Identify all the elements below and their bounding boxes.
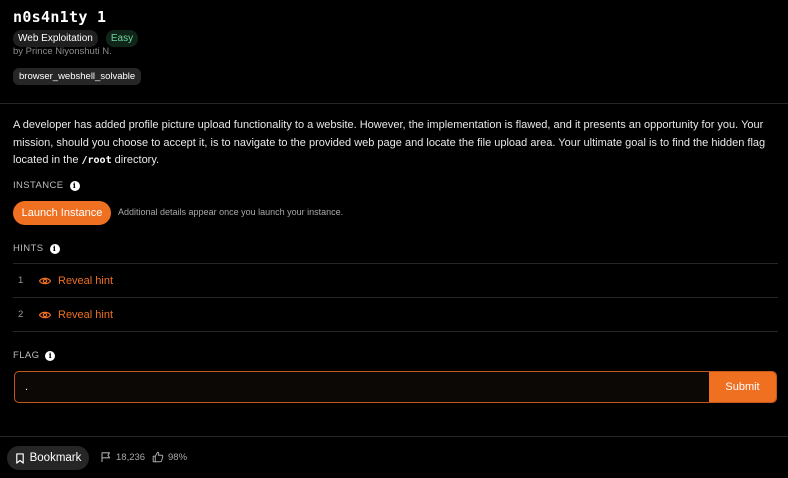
flag-section-label: FLAG i [13,350,56,361]
description-text-end: directory. [111,154,160,166]
difficulty-badge: Easy [105,30,139,47]
reveal-hint-label: Reveal hint [58,308,114,321]
reveal-hint-button[interactable]: Reveal hint [39,309,113,321]
hint-number: 2 [18,309,24,320]
instance-label: INSTANCE [13,180,64,191]
header-divider [0,103,788,104]
flag-input[interactable] [15,372,709,402]
instance-section-label: INSTANCE i [13,180,80,191]
hints-section-label: HINTS i [13,243,60,254]
challenge-author: by Prince Niyonshuti N. [13,46,112,57]
likes-stat: 98% [152,451,187,463]
bookmark-label: Bookmark [29,452,82,464]
hints-divider [13,331,778,332]
thumbs-up-icon[interactable] [152,451,164,463]
tag-pill[interactable]: browser_webshell_solvable [13,68,142,85]
hint-number: 1 [18,275,24,286]
eye-icon [39,311,51,318]
solves-stat: 18,236 [100,451,145,463]
flag-label: FLAG [13,350,40,361]
bookmark-icon [15,452,24,464]
hint-row: 1 Reveal hint [13,264,778,297]
solves-count: 18,236 [116,451,146,463]
challenge-tags: Web Exploitation Easy [13,30,139,47]
category-badge[interactable]: Web Exploitation [13,30,98,47]
info-icon[interactable]: i [49,243,60,254]
instance-note: Additional details appear once you launc… [118,207,344,217]
info-icon[interactable]: i [45,350,56,361]
challenge-header: n0s4n1ty 1 [13,8,106,26]
challenge-description: A developer has added profile picture up… [13,117,783,170]
launch-instance-button[interactable]: Launch Instance [13,201,111,225]
bookmark-button[interactable]: Bookmark [7,446,89,470]
flag-icon [101,452,111,462]
footer-divider [0,436,788,437]
reveal-hint-label: Reveal hint [58,274,114,287]
eye-icon [39,277,51,284]
hints-label: HINTS [13,243,44,254]
challenge-title: n0s4n1ty 1 [13,8,107,26]
likes-percent: 98% [168,451,188,463]
flag-form: Submit [14,371,777,403]
info-icon[interactable]: i [69,180,80,191]
reveal-hint-button[interactable]: Reveal hint [39,275,113,287]
root-path-code: /root [81,155,112,166]
submit-button[interactable]: Submit [709,372,776,402]
hint-row: 2 Reveal hint [13,298,778,331]
